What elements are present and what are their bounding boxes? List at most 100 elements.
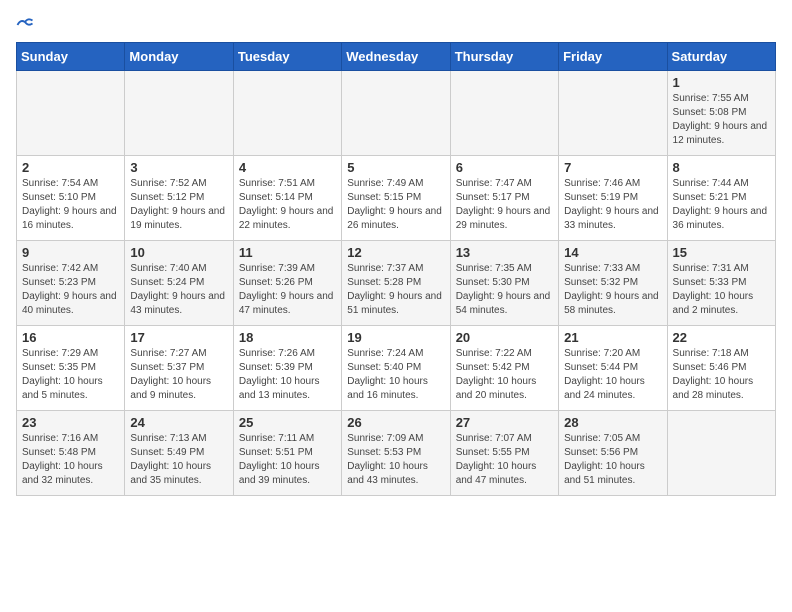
day-info: Sunrise: 7:29 AM Sunset: 5:35 PM Dayligh…	[22, 347, 119, 403]
day-number: 1	[673, 75, 770, 90]
day-info: Sunrise: 7:52 AM Sunset: 5:12 PM Dayligh…	[130, 177, 227, 233]
day-info: Sunrise: 7:16 AM Sunset: 5:48 PM Dayligh…	[22, 432, 119, 488]
day-info: Sunrise: 7:27 AM Sunset: 5:37 PM Dayligh…	[130, 347, 227, 403]
calendar-cell: 23Sunrise: 7:16 AM Sunset: 5:48 PM Dayli…	[17, 411, 125, 496]
day-number: 11	[239, 245, 336, 260]
day-info: Sunrise: 7:07 AM Sunset: 5:55 PM Dayligh…	[456, 432, 553, 488]
day-info: Sunrise: 7:49 AM Sunset: 5:15 PM Dayligh…	[347, 177, 444, 233]
day-number: 15	[673, 245, 770, 260]
day-info: Sunrise: 7:47 AM Sunset: 5:17 PM Dayligh…	[456, 177, 553, 233]
calendar-week-row: 9Sunrise: 7:42 AM Sunset: 5:23 PM Daylig…	[17, 241, 776, 326]
calendar-cell: 20 Sunrise: 7:22 AM Sunset: 5:42 PM Dayli…	[450, 326, 558, 411]
calendar-cell: 25 Sunrise: 7:11 AM Sunset: 5:51 PM Dayli…	[233, 411, 341, 496]
day-info: Sunrise: 7:40 AM Sunset: 5:24 PM Dayligh…	[130, 262, 227, 318]
day-number: 3	[130, 160, 227, 175]
calendar-cell: 10 Sunrise: 7:40 AM Sunset: 5:24 PM Dayli…	[125, 241, 233, 326]
day-number: 22	[673, 330, 770, 345]
day-info: Sunrise: 7:18 AM Sunset: 5:46 PM Dayligh…	[673, 347, 770, 403]
calendar-cell: 2 Sunrise: 7:54 AM Sunset: 5:10 PM Daylig…	[17, 156, 125, 241]
header-day: Friday	[559, 43, 667, 71]
day-info: Sunrise: 7:11 AM Sunset: 5:51 PM Dayligh…	[239, 432, 336, 488]
day-info: Sunrise: 7:39 AM Sunset: 5:26 PM Dayligh…	[239, 262, 336, 318]
header-day: Monday	[125, 43, 233, 71]
day-info: Sunrise: 7:54 AM Sunset: 5:10 PM Dayligh…	[22, 177, 119, 233]
day-info: Sunrise: 7:44 AM Sunset: 5:21 PM Dayligh…	[673, 177, 770, 233]
day-info: Sunrise: 7:42 AM Sunset: 5:23 PM Dayligh…	[22, 262, 119, 318]
calendar-week-row: 23Sunrise: 7:16 AM Sunset: 5:48 PM Dayli…	[17, 411, 776, 496]
page-header	[16, 16, 776, 34]
day-info: Sunrise: 7:22 AM Sunset: 5:42 PM Dayligh…	[456, 347, 553, 403]
calendar-cell: 16 Sunrise: 7:29 AM Sunset: 5:35 PM Dayli…	[17, 326, 125, 411]
calendar-cell: 28 Sunrise: 7:05 AM Sunset: 5:56 PM Dayli…	[559, 411, 667, 496]
calendar-cell: 14 Sunrise: 7:33 AM Sunset: 5:32 PM Dayli…	[559, 241, 667, 326]
day-info: Sunrise: 7:33 AM Sunset: 5:32 PM Dayligh…	[564, 262, 661, 318]
day-number: 21	[564, 330, 661, 345]
day-number: 16	[22, 330, 119, 345]
calendar-cell: 9Sunrise: 7:42 AM Sunset: 5:23 PM Daylig…	[17, 241, 125, 326]
day-number: 20	[456, 330, 553, 345]
calendar-body: 1 Sunrise: 7:55 AM Sunset: 5:08 PM Daylig…	[17, 71, 776, 496]
calendar-cell: 1 Sunrise: 7:55 AM Sunset: 5:08 PM Daylig…	[667, 71, 775, 156]
day-info: Sunrise: 7:20 AM Sunset: 5:44 PM Dayligh…	[564, 347, 661, 403]
calendar-week-row: 2 Sunrise: 7:54 AM Sunset: 5:10 PM Daylig…	[17, 156, 776, 241]
header-day: Tuesday	[233, 43, 341, 71]
day-number: 4	[239, 160, 336, 175]
calendar-cell: 27Sunrise: 7:07 AM Sunset: 5:55 PM Dayli…	[450, 411, 558, 496]
day-number: 17	[130, 330, 227, 345]
calendar-cell: 11 Sunrise: 7:39 AM Sunset: 5:26 PM Dayli…	[233, 241, 341, 326]
day-info: Sunrise: 7:31 AM Sunset: 5:33 PM Dayligh…	[673, 262, 770, 318]
header-row: SundayMondayTuesdayWednesdayThursdayFrid…	[17, 43, 776, 71]
day-info: Sunrise: 7:26 AM Sunset: 5:39 PM Dayligh…	[239, 347, 336, 403]
calendar-table: SundayMondayTuesdayWednesdayThursdayFrid…	[16, 42, 776, 496]
calendar-cell: 5 Sunrise: 7:49 AM Sunset: 5:15 PM Daylig…	[342, 156, 450, 241]
day-number: 10	[130, 245, 227, 260]
day-number: 25	[239, 415, 336, 430]
day-info: Sunrise: 7:35 AM Sunset: 5:30 PM Dayligh…	[456, 262, 553, 318]
calendar-cell	[17, 71, 125, 156]
day-number: 24	[130, 415, 227, 430]
logo-icon	[16, 16, 34, 34]
calendar-cell	[667, 411, 775, 496]
day-info: Sunrise: 7:05 AM Sunset: 5:56 PM Dayligh…	[564, 432, 661, 488]
day-number: 14	[564, 245, 661, 260]
calendar-cell: 3 Sunrise: 7:52 AM Sunset: 5:12 PM Daylig…	[125, 156, 233, 241]
header-day: Sunday	[17, 43, 125, 71]
calendar-cell: 13 Sunrise: 7:35 AM Sunset: 5:30 PM Dayli…	[450, 241, 558, 326]
day-info: Sunrise: 7:55 AM Sunset: 5:08 PM Dayligh…	[673, 92, 770, 148]
calendar-cell	[342, 71, 450, 156]
day-info: Sunrise: 7:46 AM Sunset: 5:19 PM Dayligh…	[564, 177, 661, 233]
header-day: Saturday	[667, 43, 775, 71]
calendar-cell: 12Sunrise: 7:37 AM Sunset: 5:28 PM Dayli…	[342, 241, 450, 326]
day-info: Sunrise: 7:24 AM Sunset: 5:40 PM Dayligh…	[347, 347, 444, 403]
calendar-week-row: 16 Sunrise: 7:29 AM Sunset: 5:35 PM Dayli…	[17, 326, 776, 411]
day-number: 8	[673, 160, 770, 175]
day-number: 28	[564, 415, 661, 430]
day-info: Sunrise: 7:13 AM Sunset: 5:49 PM Dayligh…	[130, 432, 227, 488]
day-number: 13	[456, 245, 553, 260]
calendar-cell: 18Sunrise: 7:26 AM Sunset: 5:39 PM Dayli…	[233, 326, 341, 411]
day-number: 26	[347, 415, 444, 430]
calendar-cell: 19 Sunrise: 7:24 AM Sunset: 5:40 PM Dayli…	[342, 326, 450, 411]
header-day: Wednesday	[342, 43, 450, 71]
calendar-cell: 17 Sunrise: 7:27 AM Sunset: 5:37 PM Dayli…	[125, 326, 233, 411]
calendar-cell: 6Sunrise: 7:47 AM Sunset: 5:17 PM Daylig…	[450, 156, 558, 241]
calendar-cell	[559, 71, 667, 156]
calendar-cell: 22 Sunrise: 7:18 AM Sunset: 5:46 PM Dayli…	[667, 326, 775, 411]
calendar-cell: 7 Sunrise: 7:46 AM Sunset: 5:19 PM Daylig…	[559, 156, 667, 241]
logo	[16, 16, 38, 34]
day-info: Sunrise: 7:37 AM Sunset: 5:28 PM Dayligh…	[347, 262, 444, 318]
calendar-cell	[125, 71, 233, 156]
calendar-cell	[450, 71, 558, 156]
day-info: Sunrise: 7:09 AM Sunset: 5:53 PM Dayligh…	[347, 432, 444, 488]
calendar-cell: 21 Sunrise: 7:20 AM Sunset: 5:44 PM Dayli…	[559, 326, 667, 411]
calendar-cell: 24 Sunrise: 7:13 AM Sunset: 5:49 PM Dayli…	[125, 411, 233, 496]
day-number: 5	[347, 160, 444, 175]
calendar-week-row: 1 Sunrise: 7:55 AM Sunset: 5:08 PM Daylig…	[17, 71, 776, 156]
header-day: Thursday	[450, 43, 558, 71]
day-number: 19	[347, 330, 444, 345]
calendar-cell: 26 Sunrise: 7:09 AM Sunset: 5:53 PM Dayli…	[342, 411, 450, 496]
day-number: 7	[564, 160, 661, 175]
day-number: 2	[22, 160, 119, 175]
calendar-cell: 15 Sunrise: 7:31 AM Sunset: 5:33 PM Dayli…	[667, 241, 775, 326]
calendar-cell: 4Sunrise: 7:51 AM Sunset: 5:14 PM Daylig…	[233, 156, 341, 241]
